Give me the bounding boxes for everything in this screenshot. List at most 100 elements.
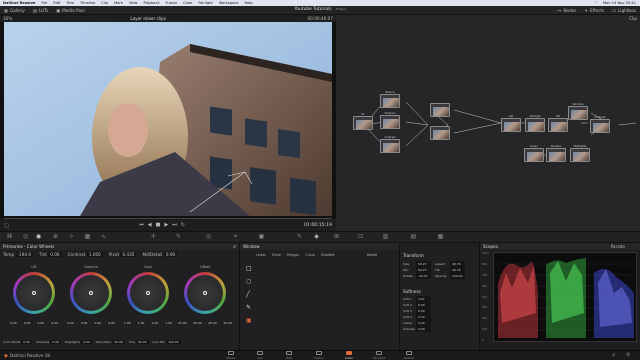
parade-scope[interactable] (493, 252, 638, 342)
node-lift[interactable]: Lift (548, 115, 568, 132)
lightbox-button[interactable]: ☐ Lightbox (612, 8, 636, 13)
scope-mode-select[interactable]: Parade (611, 244, 625, 249)
stop-button[interactable]: ■ (156, 222, 161, 228)
node-texture[interactable]: Texture (380, 91, 400, 108)
menu-item[interactable]: Edit (53, 1, 60, 5)
node-05[interactable] (430, 103, 450, 117)
transform-row[interactable]: Rotate -30.97 Opacity 100.00 (403, 273, 478, 279)
qualifier-icon[interactable]: ✎ (175, 233, 182, 240)
power-window-icon[interactable]: ◎ (205, 233, 212, 240)
page-tab-edit[interactable]: Edit (278, 350, 300, 360)
page-tab-fusion[interactable]: Fusion (308, 350, 330, 360)
tab-curve[interactable]: Curve (305, 253, 314, 257)
node-01[interactable]: 01 (353, 113, 373, 130)
window-icon[interactable]: ◈ (313, 233, 320, 240)
param-tint[interactable]: Tint 0.00 (39, 252, 62, 257)
lift-values[interactable]: 0.00 0.00 0.00 0.00 (10, 321, 58, 325)
reset-icon[interactable]: ↺ (232, 244, 236, 249)
wifi-icon[interactable]: ◠ (595, 1, 598, 5)
menu-item[interactable]: Playback (143, 1, 159, 5)
param-saturation[interactable]: Saturation 50.00 (96, 340, 125, 344)
pen-window-icon[interactable]: ✎ (246, 304, 266, 317)
home-icon[interactable]: ⌂ (612, 352, 615, 358)
menu-item[interactable]: Color (183, 1, 192, 5)
param-middetail[interactable]: Md/Detail 0.00 (142, 252, 178, 257)
menu-item[interactable]: File (41, 1, 47, 5)
offset-puck[interactable] (203, 291, 207, 295)
menu-item[interactable]: Help (244, 1, 252, 5)
camera-raw-icon[interactable]: ⌘ (6, 233, 13, 240)
menu-item[interactable]: Mark (114, 1, 123, 5)
tab-circle[interactable]: Circle (272, 253, 281, 257)
param-shadows[interactable]: Shadows 0.00 (36, 340, 61, 344)
delete-window-button[interactable]: Delete (367, 253, 377, 257)
play-button[interactable]: ▶ (164, 222, 168, 228)
menu-item[interactable]: Workspace (219, 1, 239, 5)
softness-row[interactable]: Outside 0.00 (403, 326, 478, 332)
stills-icon[interactable]: ▤ (410, 233, 417, 240)
node-highlights[interactable]: Highlights (570, 145, 590, 162)
node-green[interactable]: Green (524, 145, 544, 162)
gallery-button[interactable]: ▦ Gallery (4, 8, 25, 13)
curves-icon[interactable]: ∿ (100, 233, 107, 240)
scope-toggle-icon[interactable]: ▦ (437, 233, 444, 240)
lift-puck[interactable] (32, 291, 36, 295)
key-icon[interactable]: ⊞ (333, 233, 340, 240)
linear-window-icon[interactable]: ╱ (246, 291, 266, 304)
3d-icon[interactable]: ▥ (382, 233, 389, 240)
param-contrast[interactable]: Contrast 1.000 (68, 252, 103, 257)
sizing-icon[interactable]: ⊡ (357, 233, 364, 240)
param-hue[interactable]: Hue 50.00 (129, 340, 149, 344)
viewer-options-icon[interactable]: ◌ (4, 222, 9, 229)
luts-button[interactable]: ▤ LUTs (33, 8, 48, 13)
node-contrast-b[interactable]: Contrast (590, 116, 610, 133)
warper-icon[interactable]: ✛ (150, 233, 157, 240)
offset-values[interactable]: 25.00 25.00 25.00 25.00 (178, 321, 232, 325)
param-highlights[interactable]: Highlights 0.00 (65, 340, 92, 344)
square-window-icon[interactable]: □ (246, 265, 266, 278)
color-match-icon[interactable]: ◎ (22, 233, 29, 240)
gain-wheel[interactable] (127, 272, 169, 314)
viewer-zoom[interactable]: 30% (3, 16, 12, 21)
tab-gradient[interactable]: Gradient (321, 253, 335, 257)
param-lum-mix[interactable]: Lum Mix 100.00 (153, 340, 181, 344)
gain-puck[interactable] (146, 291, 150, 295)
hdr-icon[interactable]: ▦ (84, 233, 91, 240)
page-tab-color[interactable]: Color (338, 350, 360, 360)
skip-back-button[interactable]: ⏮ (139, 222, 144, 228)
tab-polygon[interactable]: Polygon (287, 253, 300, 257)
page-tab-cut[interactable]: Cut (249, 350, 271, 360)
nodes-button[interactable]: ⊶ Nodes (557, 8, 576, 13)
menu-item[interactable]: View (129, 1, 138, 5)
blur-icon[interactable]: ✎ (296, 233, 303, 240)
magic-mask-icon[interactable]: ▣ (258, 233, 265, 240)
gamma-values[interactable]: 0.00 0.00 0.00 0.00 (67, 321, 115, 325)
rgb-mixer-icon[interactable]: ⊕ (52, 233, 59, 240)
skip-forward-button[interactable]: ⏭ (172, 222, 177, 228)
node-06[interactable] (430, 126, 450, 140)
tracker-icon[interactable]: ⌖ (232, 233, 239, 240)
play-reverse-button[interactable]: ◀ (148, 222, 152, 228)
tab-linear[interactable]: Linear (256, 253, 266, 257)
page-tab-deliver[interactable]: Deliver (398, 350, 420, 360)
gamma-puck[interactable] (89, 291, 93, 295)
node-daylight[interactable]: Daylight (525, 115, 545, 132)
menu-item[interactable]: Fusion (166, 1, 178, 5)
settings-gear-icon[interactable]: ⚙ (626, 352, 630, 358)
node-sat[interactable]: Sat (501, 115, 521, 132)
menu-item[interactable]: Clip (101, 1, 108, 5)
offset-wheel[interactable] (184, 272, 226, 314)
gain-values[interactable]: 1.00 1.00 1.00 1.00 (124, 321, 172, 325)
param-pivot[interactable]: Pivot 0.435 (109, 252, 137, 257)
gamma-wheel[interactable] (70, 272, 112, 314)
viewer-image[interactable] (0, 22, 336, 219)
menu-item[interactable]: Trim (66, 1, 74, 5)
menu-item[interactable]: Timeline (80, 1, 95, 5)
param-color-boost[interactable]: Color Boost 0.00 (3, 340, 32, 344)
menu-item[interactable]: Fairlight (198, 1, 212, 5)
color-wheels-icon[interactable]: ◉ (35, 233, 42, 240)
param-temp[interactable]: Temp -194.0 (3, 252, 34, 257)
node-skintone[interactable]: Skintone (568, 103, 588, 120)
gradient-window-icon[interactable]: ▣ (246, 317, 266, 330)
media-pool-button[interactable]: ▣ Media Pool (56, 8, 85, 13)
